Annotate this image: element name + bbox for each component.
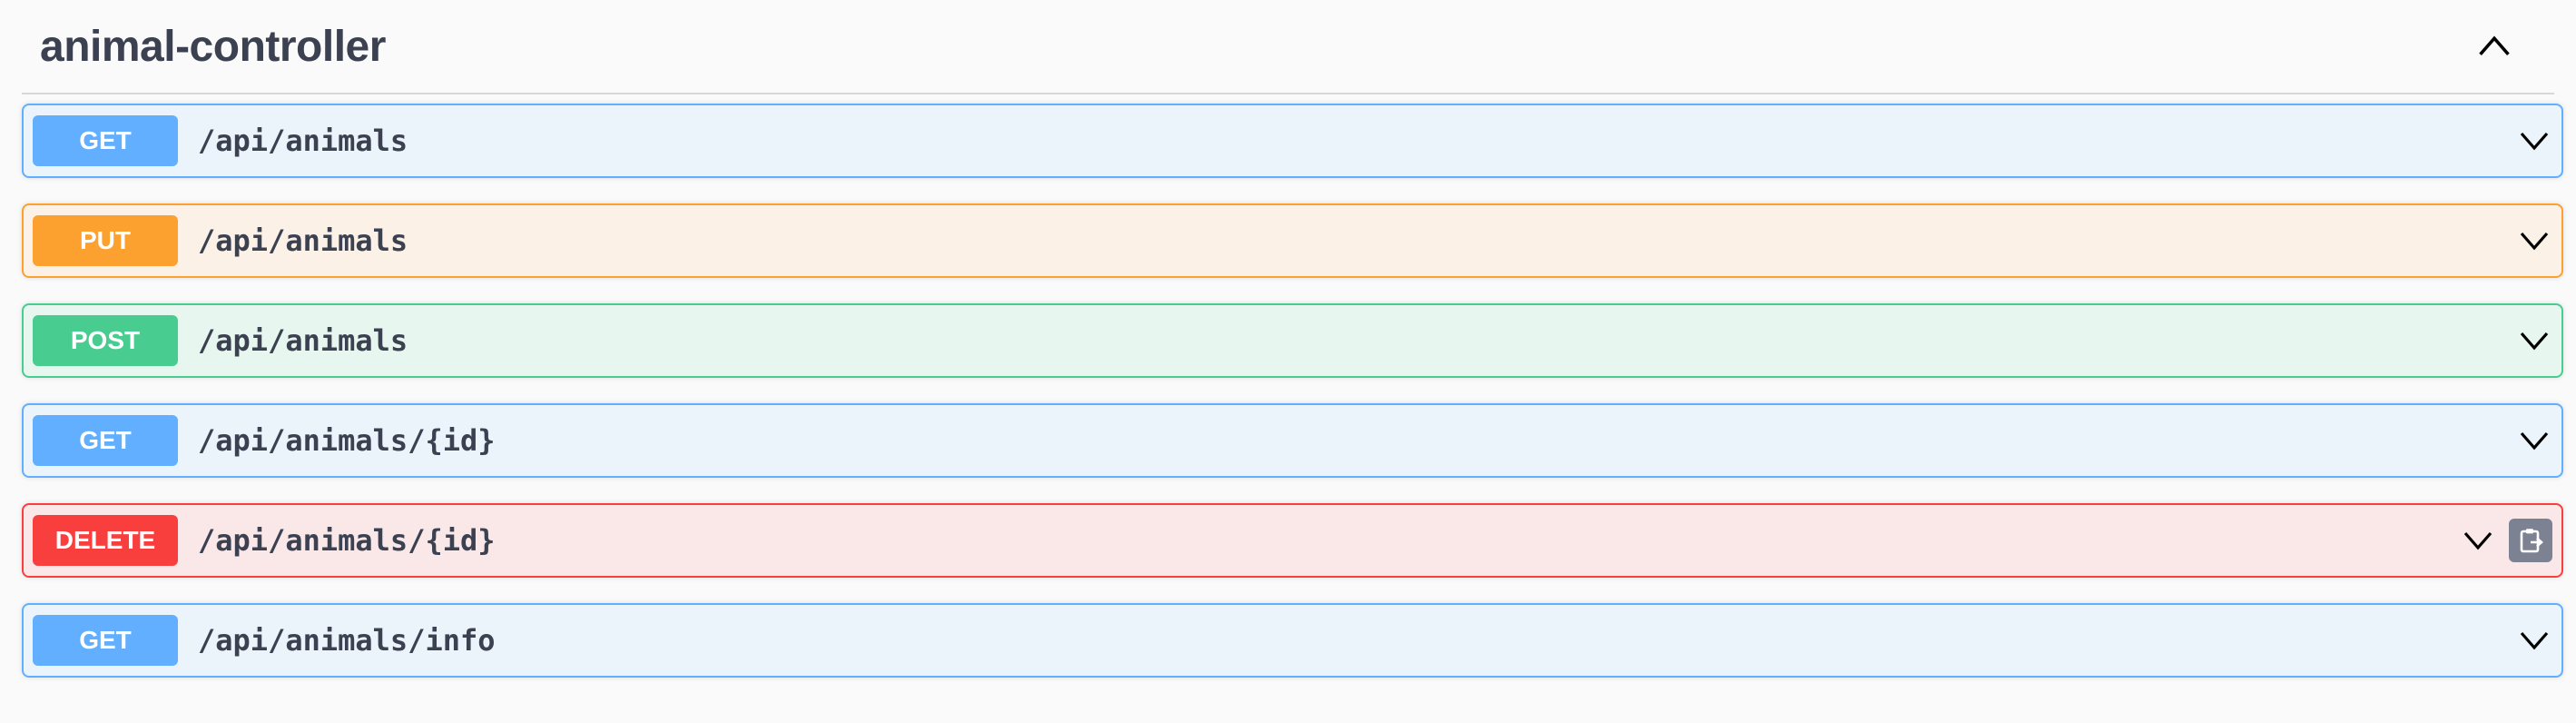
chevron-down-icon[interactable] <box>2516 622 2552 659</box>
operation-post-animals[interactable]: POST /api/animals <box>22 303 2563 378</box>
method-badge-get: GET <box>33 615 178 666</box>
operation-path: /api/animals <box>198 323 408 358</box>
operations-list: GET /api/animals PUT /api/animals POST /… <box>22 104 2563 703</box>
section-title: animal-controller <box>40 22 386 71</box>
operation-get-animals-info[interactable]: GET /api/animals/info <box>22 603 2563 678</box>
operation-get-animal-by-id[interactable]: GET /api/animals/{id} <box>22 403 2563 478</box>
operation-path: /api/animals/{id} <box>198 523 496 558</box>
method-badge-get: GET <box>33 415 178 466</box>
method-badge-delete: DELETE <box>33 515 178 566</box>
chevron-down-icon[interactable] <box>2460 522 2496 559</box>
operation-path: /api/animals <box>198 223 408 258</box>
method-badge-get: GET <box>33 115 178 166</box>
clipboard-icon <box>2520 529 2543 553</box>
operation-path: /api/animals <box>198 124 408 158</box>
chevron-down-icon[interactable] <box>2516 223 2552 259</box>
method-badge-put: PUT <box>33 215 178 266</box>
operation-put-animals[interactable]: PUT /api/animals <box>22 203 2563 278</box>
operation-path: /api/animals/{id} <box>198 423 496 458</box>
chevron-down-icon[interactable] <box>2516 123 2552 159</box>
operation-delete-animal-by-id[interactable]: DELETE /api/animals/{id} <box>22 503 2563 578</box>
chevron-down-icon[interactable] <box>2516 322 2552 359</box>
copy-path-button[interactable] <box>2509 519 2552 562</box>
chevron-down-icon[interactable] <box>2516 422 2552 459</box>
method-badge-post: POST <box>33 315 178 366</box>
section-header-animal-controller[interactable]: animal-controller <box>22 0 2554 94</box>
operation-get-animals[interactable]: GET /api/animals <box>22 104 2563 178</box>
chevron-up-icon[interactable] <box>2474 26 2514 66</box>
operation-path: /api/animals/info <box>198 623 496 658</box>
